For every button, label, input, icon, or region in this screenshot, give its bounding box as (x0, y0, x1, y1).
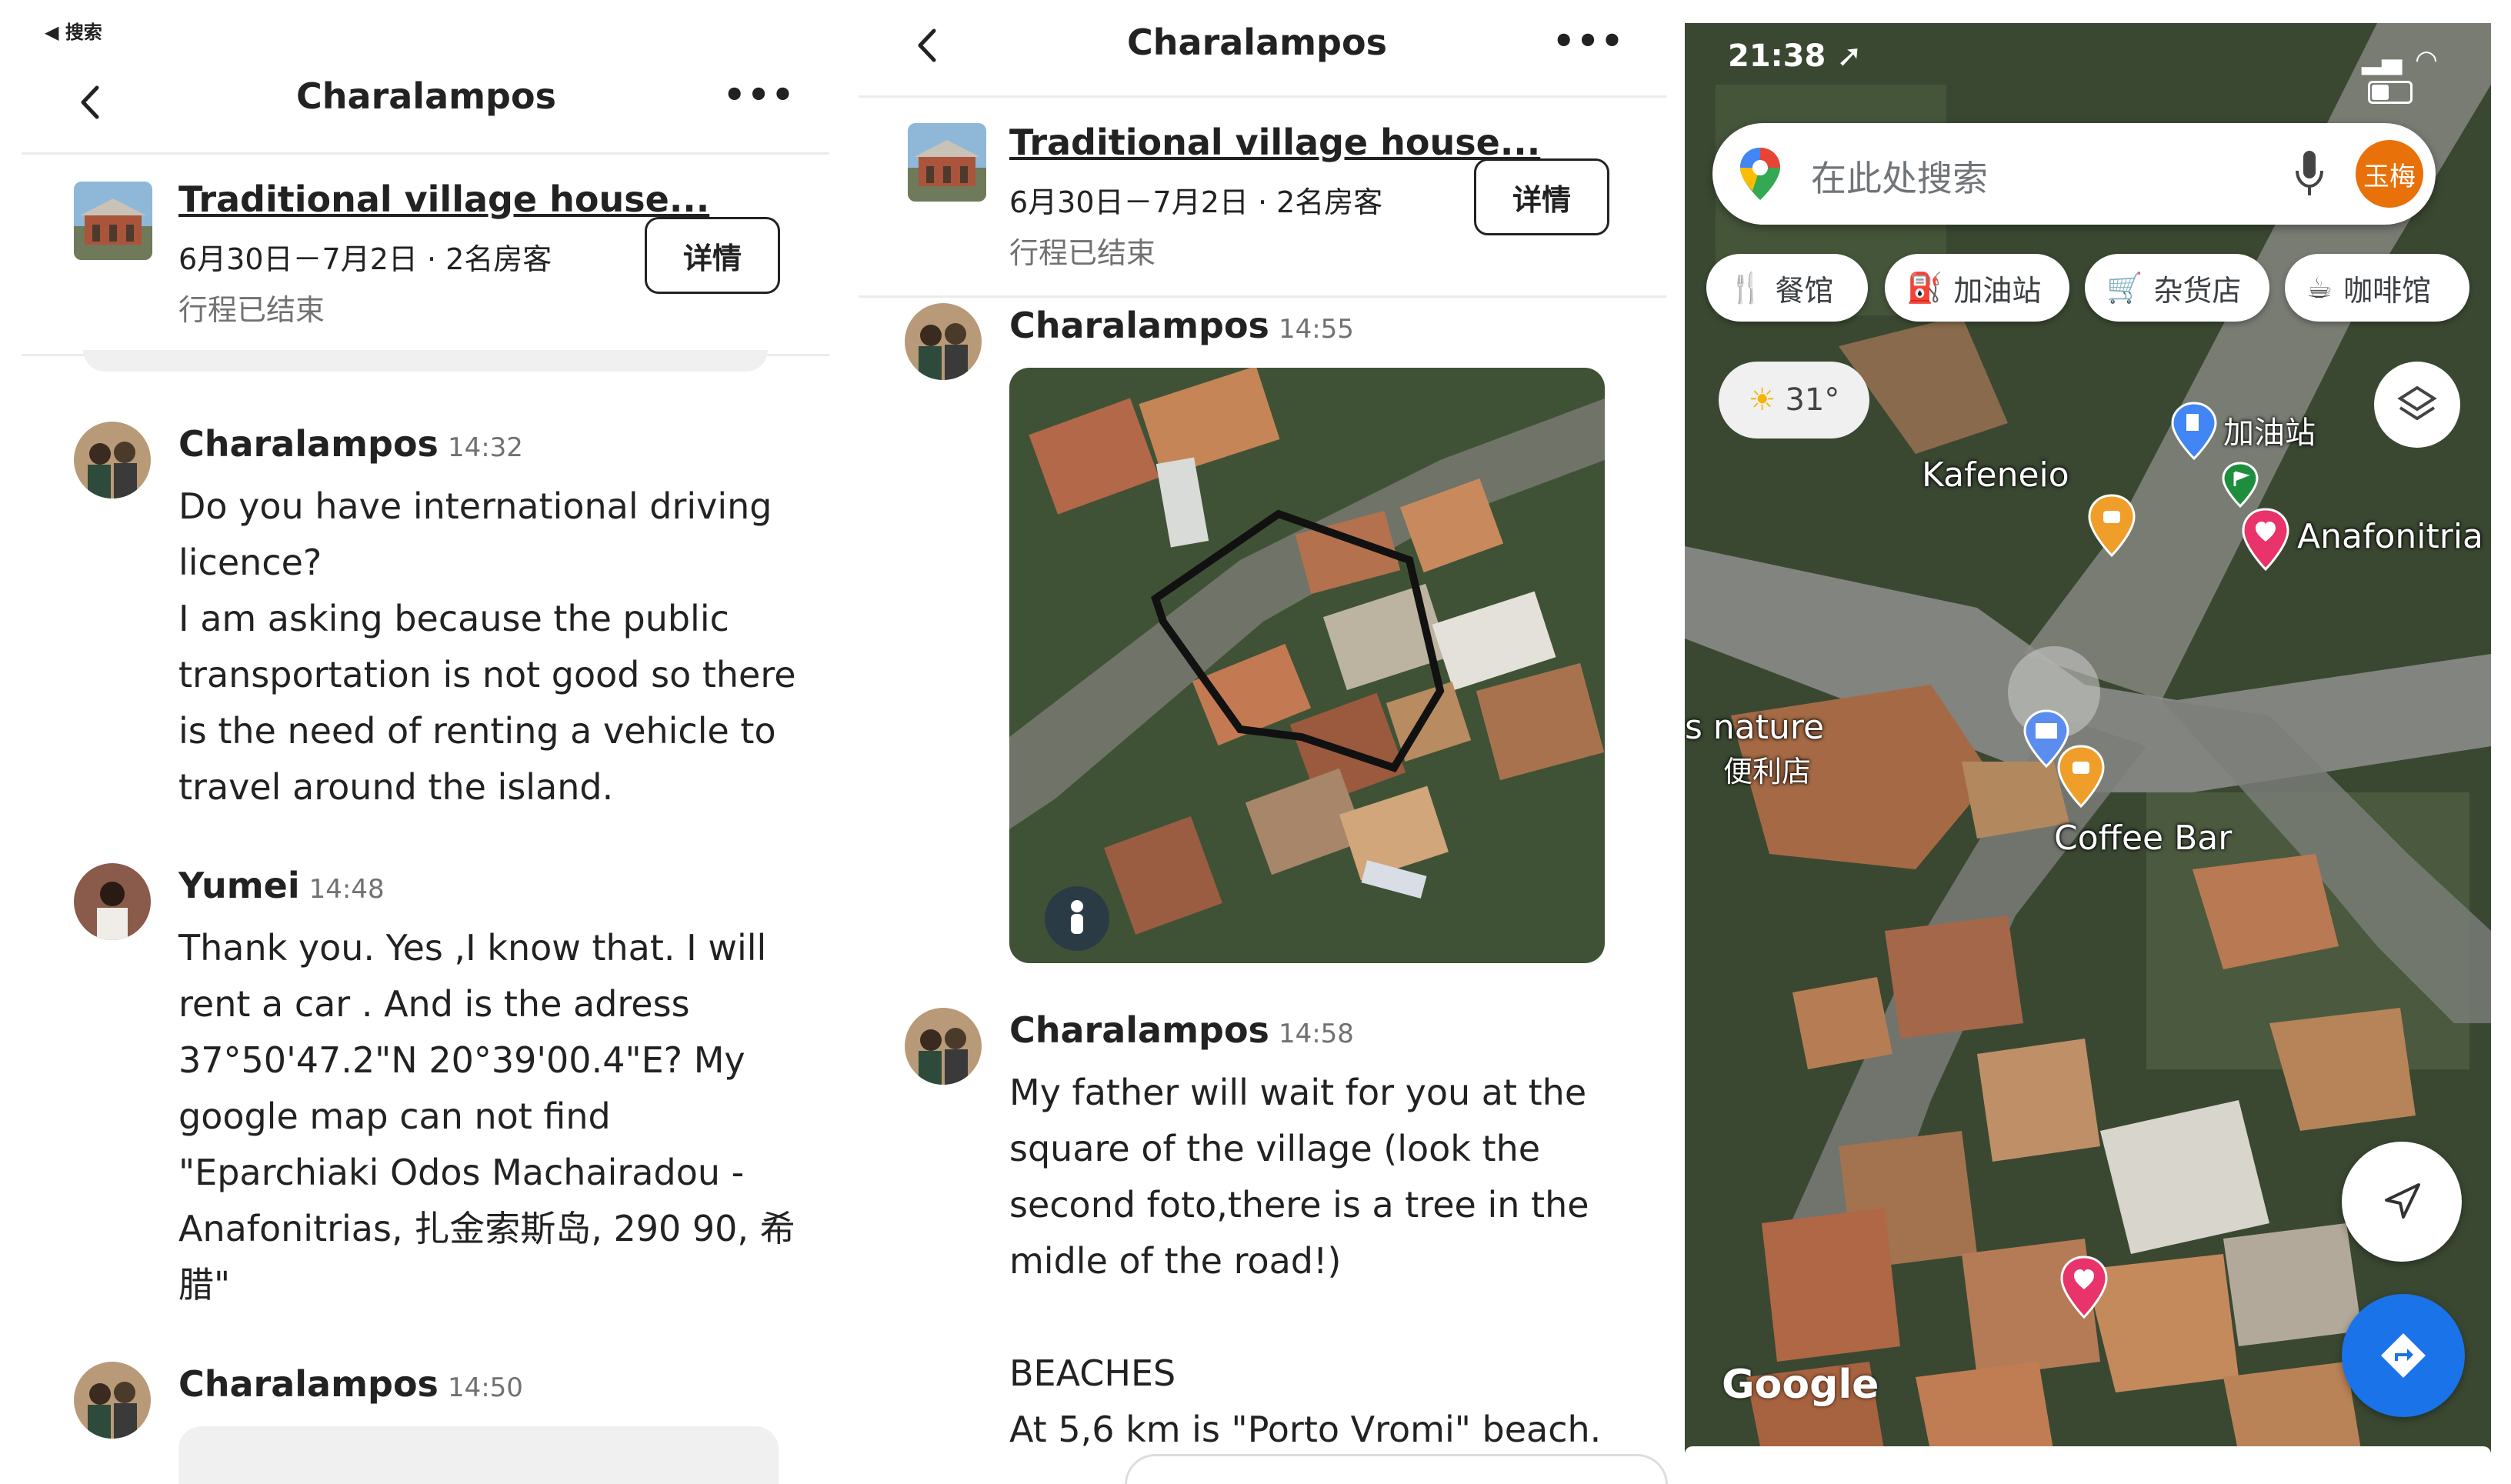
more-options-icon[interactable]: ••• (1552, 20, 1625, 62)
chip-label: 加油站 (1953, 273, 2042, 308)
more-options-icon[interactable]: ••• (723, 74, 795, 115)
chat-panel-left: ◀ 搜索 Charalampos ••• Traditional village… (0, 0, 839, 1484)
avatar[interactable] (74, 422, 151, 499)
battery-icon (2368, 80, 2413, 104)
header-divider (22, 152, 829, 155)
status-clock: 21:38 ➚ (1728, 38, 1862, 74)
cafe-pin-icon[interactable] (2085, 492, 2139, 559)
message-time: 14:58 (1278, 1019, 1354, 1049)
listing-dates: 6月30日－7月2日 · 2名房客 (1009, 185, 1383, 219)
chip-label: 餐馆 (1775, 273, 1834, 308)
listing-title-link[interactable]: Traditional village house... (178, 178, 709, 220)
listing-divider (859, 295, 1666, 298)
avatar[interactable] (905, 303, 982, 380)
weather-badge[interactable]: ☀ 31° (1719, 362, 1869, 439)
google-maps-pin-icon (1740, 148, 1780, 200)
layers-button[interactable] (2374, 362, 2460, 448)
message-text: Thank you. Yes ,I know that. I will rent… (178, 927, 795, 1306)
status-icons: ▂▄ ◠ (2362, 45, 2491, 106)
category-chip-grocery[interactable]: 🛒 杂货店 (2085, 254, 2269, 322)
temperature: 31° (1785, 382, 1840, 418)
category-chip-coffee[interactable]: ☕ 咖啡馆 (2285, 254, 2469, 322)
message-time: 14:32 (447, 432, 523, 463)
partial-card-edge (1125, 1454, 1668, 1484)
search-placeholder[interactable]: 在此处搜索 (1811, 151, 1988, 202)
message-text: Do you have international driving licenc… (178, 485, 796, 808)
back-to-search-link[interactable]: ◀ 搜索 (45, 17, 102, 44)
partly-sunny-icon: ☀ (1748, 382, 1776, 418)
satellite-map[interactable]: 21:38 ➚ ▂▄ ◠ 在此处搜索 玉梅 🍴 餐馆 ⛽ 加油站 🛒 杂货店 ☕ 咖啡馆… (1685, 23, 2491, 1454)
back-chevron-icon[interactable] (77, 83, 105, 122)
details-button[interactable]: 详情 (1474, 158, 1609, 235)
place-label-store[interactable]: 便利店 (1723, 748, 1811, 790)
avatar[interactable] (74, 1362, 151, 1439)
favorite-heart-pin-icon[interactable] (2057, 1254, 2111, 1320)
favorite-heart-pin-icon[interactable] (2239, 506, 2293, 572)
wifi-icon: ◠ (2415, 45, 2438, 75)
fork-knife-icon: 🍴 (1728, 270, 1765, 305)
details-button[interactable]: 详情 (645, 217, 780, 294)
listing-thumbnail[interactable] (74, 182, 152, 260)
message-time: 14:50 (447, 1372, 523, 1403)
message-time: 14:48 (308, 874, 385, 905)
conversation-title: Charalampos (1127, 22, 1387, 63)
flag-pin-icon[interactable] (2220, 460, 2260, 509)
account-avatar[interactable]: 玉梅 (2356, 140, 2423, 208)
message-time: 14:55 (1278, 314, 1354, 345)
chip-label: 杂货店 (2153, 273, 2242, 308)
layers-icon (2397, 385, 2437, 421)
listing-dates: 6月30日－7月2日 · 2名房客 (178, 242, 552, 276)
microphone-icon[interactable] (2294, 149, 2325, 198)
category-chip-restaurants[interactable]: 🍴 餐馆 (1706, 254, 1868, 322)
sender-name: Charalampos 14:55 (1009, 305, 1354, 346)
gas-station-pin-icon[interactable] (2169, 400, 2219, 462)
directions-button[interactable] (2342, 1294, 2465, 1417)
google-logo: Google (1722, 1362, 1879, 1408)
signal-icon: ▂▄ (2362, 45, 2403, 75)
chip-label: 咖啡馆 (2343, 273, 2432, 308)
back-chevron-icon[interactable] (914, 26, 942, 65)
cart-icon: 🛒 (2106, 270, 2143, 305)
directions-icon (2381, 1333, 2426, 1378)
message-text: My father will wait for you at the squar… (1009, 1072, 1602, 1450)
location-arrow-icon: ➚ (1836, 38, 1862, 74)
gas-station-icon: ⛽ (1906, 270, 1943, 305)
listing-title-link[interactable]: Traditional village house... (1009, 122, 1540, 163)
sender-name: Yumei 14:48 (178, 865, 385, 906)
sender-name: Charalampos 14:50 (178, 1363, 523, 1405)
bottom-sheet-edge[interactable] (1685, 1446, 2491, 1454)
avatar[interactable] (74, 863, 151, 940)
place-label-nature[interactable]: s nature (1685, 708, 1824, 747)
cafe-pin-icon[interactable] (2054, 743, 2108, 809)
place-label-coffee-bar[interactable]: Coffee Bar (2054, 819, 2232, 858)
sender-name: Charalampos 14:32 (178, 423, 523, 465)
coffee-icon: ☕ (2306, 271, 2333, 305)
satellite-photo-attachment[interactable] (1009, 368, 1605, 963)
category-chip-gas[interactable]: ⛽ 加油站 (1885, 254, 2069, 322)
trip-status: 行程已结束 (178, 293, 325, 327)
trip-status: 行程已结束 (1009, 236, 1156, 270)
header-divider (859, 95, 1666, 98)
listing-thumbnail[interactable] (908, 123, 986, 202)
conversation-title: Charalampos (296, 75, 556, 117)
chat-panel-middle: Charalampos ••• Traditional village hous… (839, 0, 1677, 1484)
map-search-bar[interactable]: 在此处搜索 玉梅 (1712, 123, 2436, 225)
avatar[interactable] (905, 1008, 982, 1085)
my-location-button[interactable] (2342, 1142, 2462, 1262)
sender-name: Charalampos 14:58 (1009, 1009, 1354, 1051)
place-label-gas-station[interactable]: 加油站 (2223, 408, 2316, 452)
place-label-anafonitria[interactable]: Anafonitria (2297, 517, 2483, 556)
navigation-arrow-icon (2385, 1183, 2420, 1219)
place-label-kafeneio[interactable]: Kafeneio (1922, 455, 2069, 495)
previous-message-edge (83, 350, 768, 372)
message-bubble-partial (178, 1426, 779, 1484)
